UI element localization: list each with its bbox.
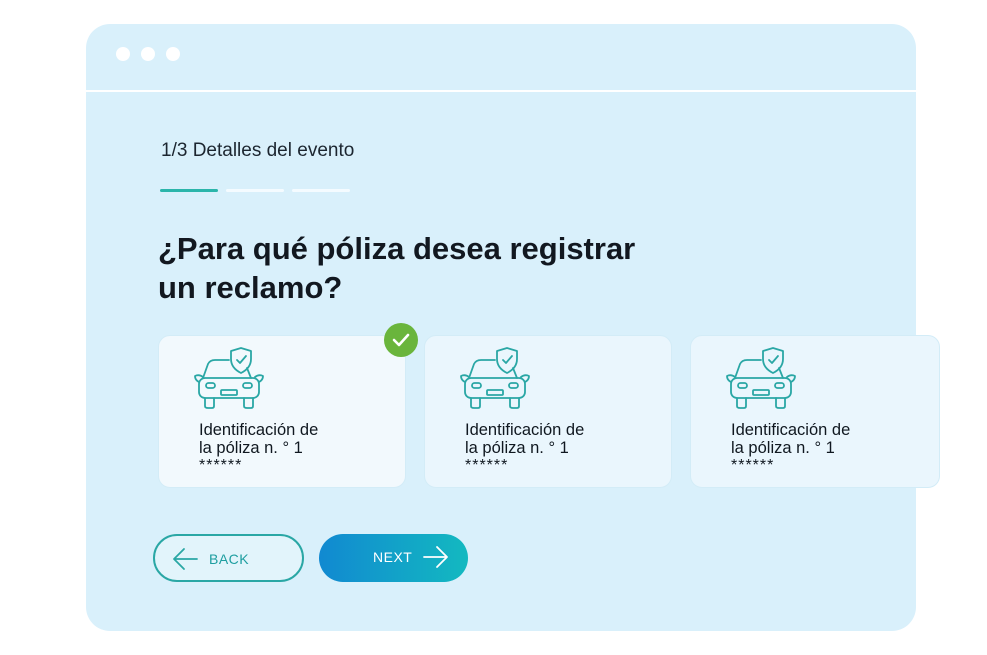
arrow-right-icon (423, 546, 448, 568)
next-button-label: NEXT (373, 549, 413, 565)
policy-card-text: Identificación de la póliza n. ° 1 *****… (199, 421, 318, 475)
arrow-left-icon (173, 548, 198, 570)
window-dot-close[interactable] (116, 47, 130, 61)
policy-line-1: Identificación de (465, 421, 585, 439)
progress-segment-1 (160, 189, 218, 192)
window-dot-minimize[interactable] (141, 47, 155, 61)
policy-masked-number: ****** (465, 457, 509, 474)
policy-line-1: Identificación de (731, 421, 851, 439)
progress-segment-3 (292, 189, 350, 192)
check-icon (392, 333, 410, 347)
policy-card-text: Identificación de la póliza n. ° 1 *****… (731, 421, 850, 475)
car-shield-icon (726, 347, 796, 409)
next-button[interactable]: NEXT (319, 534, 468, 582)
policy-line-1: Identificación de (199, 421, 319, 439)
policy-line-2: la póliza n. ° 1 (465, 439, 569, 457)
policy-masked-number: ****** (731, 457, 775, 474)
car-shield-icon (194, 347, 264, 409)
car-shield-icon (460, 347, 530, 409)
policy-card-1[interactable]: Identificación de la póliza n. ° 1 *****… (158, 335, 406, 488)
app-window: 1/3 Detalles del evento ¿Para qué póliza… (86, 24, 940, 631)
policy-line-2: la póliza n. ° 1 (199, 439, 303, 457)
titlebar-divider (86, 90, 916, 92)
policy-masked-number: ****** (199, 457, 243, 474)
window-controls (116, 47, 180, 61)
progress-segment-2 (226, 189, 284, 192)
policy-line-2: la póliza n. ° 1 (731, 439, 835, 457)
back-button[interactable]: BACK (153, 534, 304, 582)
window-dot-maximize[interactable] (166, 47, 180, 61)
policy-card-text: Identificación de la póliza n. ° 1 *****… (465, 421, 584, 475)
back-button-label: BACK (209, 551, 250, 567)
step-progress (160, 189, 350, 192)
page-title: ¿Para qué póliza desea registrar un recl… (158, 231, 636, 305)
policy-card-2[interactable]: Identificación de la póliza n. ° 1 *****… (424, 335, 672, 488)
policy-card-3[interactable]: Identificación de la póliza n. ° 1 *****… (690, 335, 940, 488)
selected-check-badge (384, 323, 418, 357)
step-label: 1/3 Detalles del evento (161, 140, 355, 161)
